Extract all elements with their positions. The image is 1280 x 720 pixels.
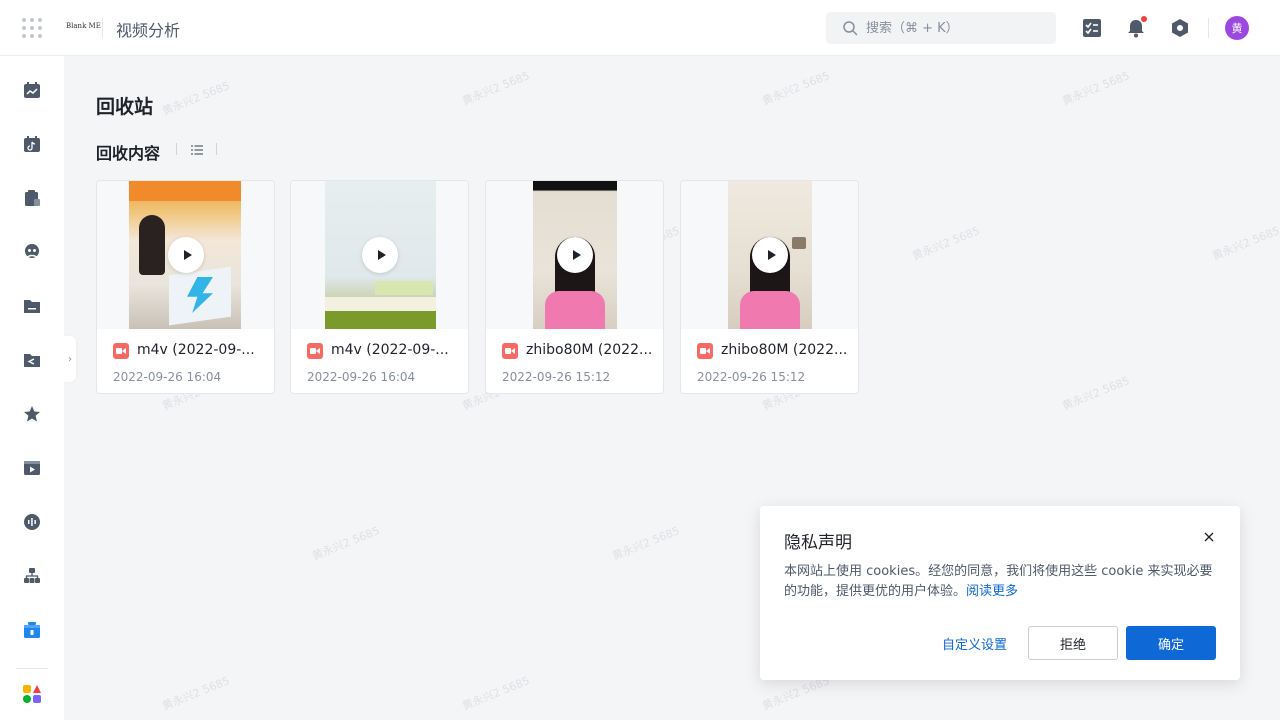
section-title: 回收内容 [96, 144, 161, 163]
task-list-icon[interactable] [1080, 16, 1104, 40]
video-file-icon [697, 343, 713, 359]
reject-button[interactable]: 拒绝 [1028, 626, 1118, 660]
watermark: 黄永兴2 5685 [910, 224, 982, 263]
divider [1208, 18, 1209, 38]
video-thumbnail[interactable] [291, 181, 468, 329]
watermark: 黄永兴2 5685 [160, 79, 232, 118]
avatar[interactable]: 黄 [1225, 16, 1249, 40]
read-more-link[interactable]: 阅读更多 [966, 584, 1018, 599]
apps-grid-icon[interactable] [22, 18, 42, 38]
page-title: 回收站 [96, 96, 154, 118]
watermark: 黄永兴2 5685 [1060, 374, 1132, 413]
file-name: m4v (2022-09-... [331, 342, 449, 358]
file-date: 2022-09-26 15:12 [697, 370, 806, 384]
play-icon[interactable] [362, 237, 398, 273]
watermark: 黄永兴2 5685 [160, 674, 232, 713]
folder-share-icon[interactable] [22, 350, 42, 370]
play-icon[interactable] [557, 237, 593, 273]
search-icon [843, 21, 858, 36]
video-card[interactable]: zhibo80M (2022... 2022-09-26 15:12 [485, 180, 664, 394]
org-chart-icon[interactable] [22, 566, 42, 586]
video-card[interactable]: m4v (2022-09-... 2022-09-26 16:04 [290, 180, 469, 394]
top-bar: Blank ME 视频分析 黄 [0, 0, 1280, 56]
file-date: 2022-09-26 16:04 [307, 370, 416, 384]
video-thumbnail[interactable] [486, 181, 663, 329]
sidebar-divider [16, 668, 48, 669]
user-group-icon[interactable] [22, 242, 42, 262]
watermark: 黄永兴2 5685 [310, 524, 382, 563]
video-thumbnail[interactable] [97, 181, 274, 329]
watermark: 黄永兴2 5685 [1060, 69, 1132, 108]
file-date: 2022-09-26 16:04 [113, 370, 222, 384]
confirm-button[interactable]: 确定 [1126, 626, 1216, 660]
settings-icon[interactable] [1168, 16, 1192, 40]
video-card[interactable]: zhibo80M (2022... 2022-09-26 15:12 [680, 180, 859, 394]
video-file-icon [113, 343, 129, 359]
star-icon[interactable] [22, 404, 42, 424]
video-file-icon [307, 343, 323, 359]
sidebar-collapse-handle[interactable]: › [64, 336, 76, 382]
logo: Blank ME [66, 22, 101, 30]
watermark: 黄永兴2 5685 [760, 69, 832, 108]
divider [216, 143, 217, 155]
custom-settings-link[interactable]: 自定义设置 [942, 634, 1007, 653]
video-card[interactable]: m4v (2022-09-... 2022-09-26 16:04 [96, 180, 275, 394]
file-name: zhibo80M (2022... [526, 342, 653, 358]
video-file-icon [502, 343, 518, 359]
watermark: 黄永兴2 5685 [460, 674, 532, 713]
play-icon[interactable] [168, 237, 204, 273]
video-thumbnail[interactable] [681, 181, 858, 329]
search-box[interactable] [826, 12, 1056, 44]
video-clip-icon[interactable] [22, 458, 42, 478]
close-icon[interactable] [1200, 528, 1218, 546]
list-view-icon[interactable] [190, 143, 204, 157]
file-name: m4v (2022-09-... [137, 342, 255, 358]
calendar-tiktok-icon[interactable] [22, 134, 42, 154]
search-input[interactable] [866, 20, 1046, 36]
shopping-bag-icon[interactable] [22, 188, 42, 208]
folder-icon[interactable] [22, 296, 42, 316]
divider [102, 18, 103, 38]
sidebar [0, 56, 64, 720]
notification-bell-icon[interactable] [1124, 16, 1148, 40]
watermark: 黄永兴2 5685 [610, 524, 682, 563]
file-date: 2022-09-26 15:12 [502, 370, 611, 384]
dialog-title: 隐私声明 [784, 533, 852, 553]
file-name: zhibo80M (2022... [721, 342, 848, 358]
watermark: 黄永兴2 5685 [1210, 224, 1280, 263]
divider [176, 143, 177, 155]
gift-box-icon[interactable] [22, 620, 42, 640]
dialog-body: 本网站上使用 cookies。经您的同意，我们将使用这些 cookie 来实现必… [784, 562, 1214, 602]
calendar-chart-icon[interactable] [22, 80, 42, 100]
notification-dot [1141, 16, 1147, 22]
audio-wave-icon[interactable] [22, 512, 42, 532]
privacy-dialog: 隐私声明 本网站上使用 cookies。经您的同意，我们将使用这些 cookie… [760, 506, 1240, 680]
apps-icon[interactable] [22, 684, 42, 704]
play-icon[interactable] [752, 237, 788, 273]
app-title: 视频分析 [116, 21, 181, 40]
watermark: 黄永兴2 5685 [460, 69, 532, 108]
